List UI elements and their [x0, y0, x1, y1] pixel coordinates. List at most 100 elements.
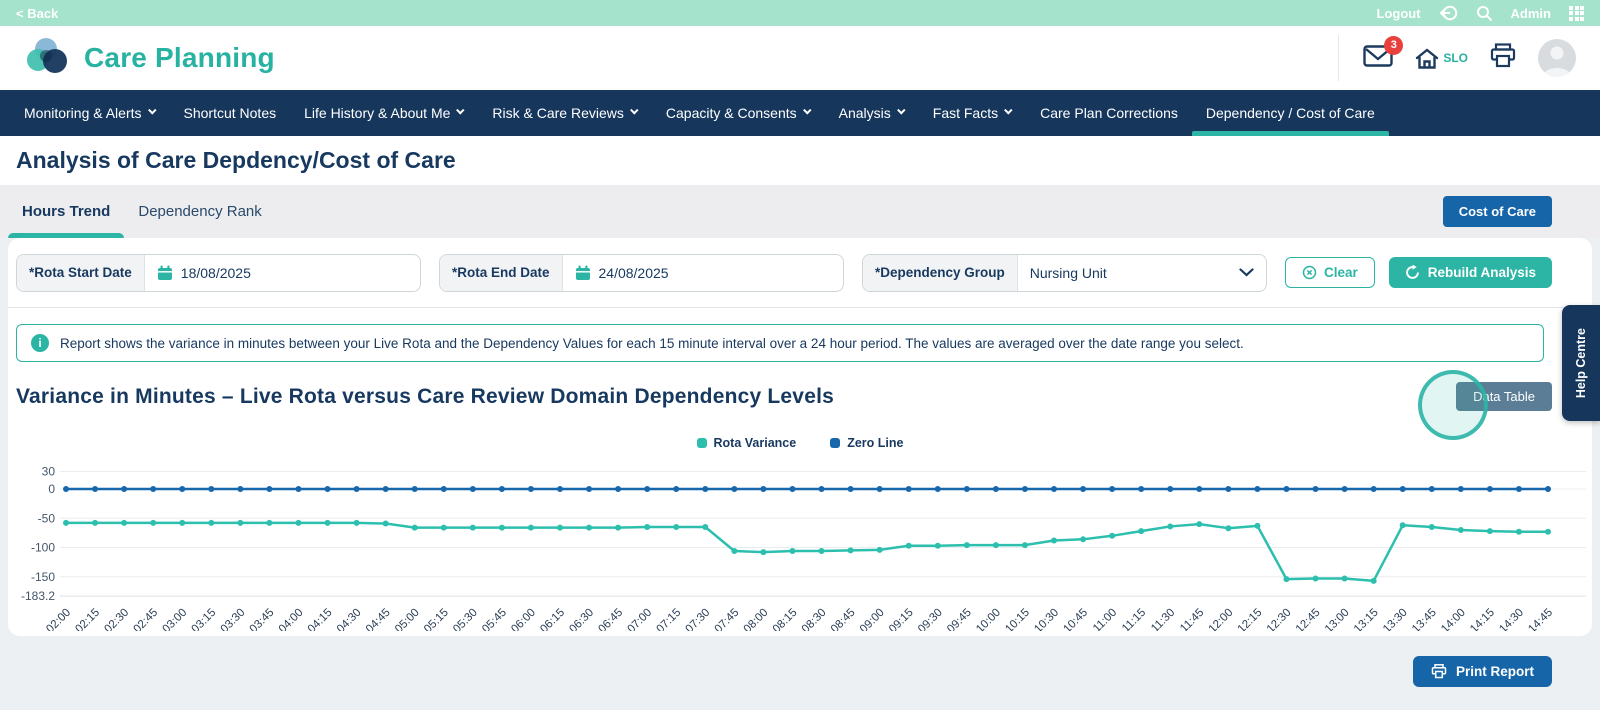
data-point[interactable]	[964, 542, 970, 548]
data-point[interactable]	[615, 525, 621, 531]
nav-item-shortcut-notes[interactable]: Shortcut Notes	[170, 90, 291, 136]
data-point[interactable]	[63, 520, 69, 526]
data-point[interactable]	[179, 520, 185, 526]
data-point[interactable]	[586, 525, 592, 531]
variance-line-chart[interactable]: 300-50-100-150-183.202:0002:1502:3002:45…	[8, 451, 1592, 631]
data-point[interactable]	[266, 486, 272, 492]
data-point[interactable]	[935, 543, 941, 549]
data-point[interactable]	[179, 486, 185, 492]
nav-item-risk-care-reviews[interactable]: Risk & Care Reviews	[478, 90, 651, 136]
data-point[interactable]	[586, 486, 592, 492]
data-point[interactable]	[789, 486, 795, 492]
data-point[interactable]	[615, 486, 621, 492]
data-point[interactable]	[325, 486, 331, 492]
data-point[interactable]	[1458, 486, 1464, 492]
nav-item-dependency-cost-of-care[interactable]: Dependency / Cost of Care	[1192, 90, 1389, 136]
data-point[interactable]	[848, 486, 854, 492]
logout-link[interactable]: Logout	[1377, 6, 1421, 21]
data-point[interactable]	[819, 548, 825, 554]
data-point[interactable]	[702, 524, 708, 530]
data-point[interactable]	[1167, 523, 1173, 529]
data-point[interactable]	[964, 486, 970, 492]
logout-icon[interactable]	[1439, 4, 1458, 22]
data-point[interactable]	[935, 486, 941, 492]
data-point[interactable]	[1080, 486, 1086, 492]
data-point[interactable]	[441, 486, 447, 492]
data-point[interactable]	[906, 543, 912, 549]
nav-item-analysis[interactable]: Analysis	[825, 90, 919, 136]
data-point[interactable]	[557, 486, 563, 492]
data-point[interactable]	[731, 548, 737, 554]
data-point[interactable]	[1371, 578, 1377, 584]
data-point[interactable]	[644, 524, 650, 530]
nav-item-fast-facts[interactable]: Fast Facts	[919, 90, 1026, 136]
data-point[interactable]	[266, 520, 272, 526]
search-icon[interactable]	[1476, 5, 1493, 22]
rota-start-date-field[interactable]: *Rota Start Date 18/08/2025	[16, 254, 421, 292]
data-point[interactable]	[1342, 486, 1348, 492]
data-point[interactable]	[557, 525, 563, 531]
data-point[interactable]	[92, 486, 98, 492]
data-point[interactable]	[1167, 486, 1173, 492]
data-point[interactable]	[760, 549, 766, 555]
data-point[interactable]	[150, 486, 156, 492]
data-point[interactable]	[673, 524, 679, 530]
data-point[interactable]	[1225, 525, 1231, 531]
data-point[interactable]	[819, 486, 825, 492]
data-point[interactable]	[470, 486, 476, 492]
data-point[interactable]	[470, 525, 476, 531]
data-point[interactable]	[731, 486, 737, 492]
data-point[interactable]	[1283, 486, 1289, 492]
data-point[interactable]	[1516, 529, 1522, 535]
data-point[interactable]	[993, 542, 999, 548]
user-avatar[interactable]	[1538, 39, 1576, 77]
home-button[interactable]: SLO	[1415, 47, 1468, 70]
data-point[interactable]	[1371, 486, 1377, 492]
rebuild-analysis-button[interactable]: Rebuild Analysis	[1389, 257, 1552, 288]
tab-dependency-rank[interactable]: Dependency Rank	[124, 185, 275, 238]
data-point[interactable]	[237, 486, 243, 492]
data-point[interactable]	[789, 548, 795, 554]
data-point[interactable]	[1051, 537, 1057, 543]
data-point[interactable]	[383, 521, 389, 527]
clear-button[interactable]: Clear	[1285, 257, 1375, 288]
data-point[interactable]	[1400, 486, 1406, 492]
data-point[interactable]	[702, 486, 708, 492]
data-point[interactable]	[237, 520, 243, 526]
data-point[interactable]	[1313, 486, 1319, 492]
data-point[interactable]	[528, 486, 534, 492]
data-point[interactable]	[150, 520, 156, 526]
dependency-group-select[interactable]: *Dependency Group Nursing Unit	[862, 254, 1267, 292]
data-point[interactable]	[906, 486, 912, 492]
nav-item-capacity-consents[interactable]: Capacity & Consents	[652, 90, 825, 136]
data-point[interactable]	[1487, 528, 1493, 534]
print-report-button[interactable]: Print Report	[1413, 656, 1552, 687]
data-point[interactable]	[1313, 576, 1319, 582]
nav-item-care-plan-corrections[interactable]: Care Plan Corrections	[1026, 90, 1192, 136]
data-point[interactable]	[993, 486, 999, 492]
data-point[interactable]	[1109, 533, 1115, 539]
data-point[interactable]	[354, 486, 360, 492]
nav-item-monitoring-alerts[interactable]: Monitoring & Alerts	[10, 90, 170, 136]
data-point[interactable]	[877, 486, 883, 492]
data-point[interactable]	[1254, 486, 1260, 492]
data-point[interactable]	[1138, 528, 1144, 534]
data-point[interactable]	[1138, 486, 1144, 492]
data-point[interactable]	[1458, 527, 1464, 533]
data-point[interactable]	[1545, 529, 1551, 535]
data-point[interactable]	[760, 486, 766, 492]
data-point[interactable]	[412, 486, 418, 492]
data-table-button[interactable]: Data Table	[1456, 382, 1552, 411]
data-point[interactable]	[354, 520, 360, 526]
data-point[interactable]	[208, 520, 214, 526]
data-point[interactable]	[208, 486, 214, 492]
cost-of-care-button[interactable]: Cost of Care	[1443, 196, 1552, 227]
data-point[interactable]	[499, 486, 505, 492]
data-point[interactable]	[1342, 576, 1348, 582]
data-point[interactable]	[295, 486, 301, 492]
nav-item-life-history-about-me[interactable]: Life History & About Me	[290, 90, 478, 136]
rota-end-date-field[interactable]: *Rota End Date 24/08/2025	[439, 254, 844, 292]
data-point[interactable]	[848, 547, 854, 553]
data-point[interactable]	[1429, 486, 1435, 492]
data-point[interactable]	[673, 486, 679, 492]
